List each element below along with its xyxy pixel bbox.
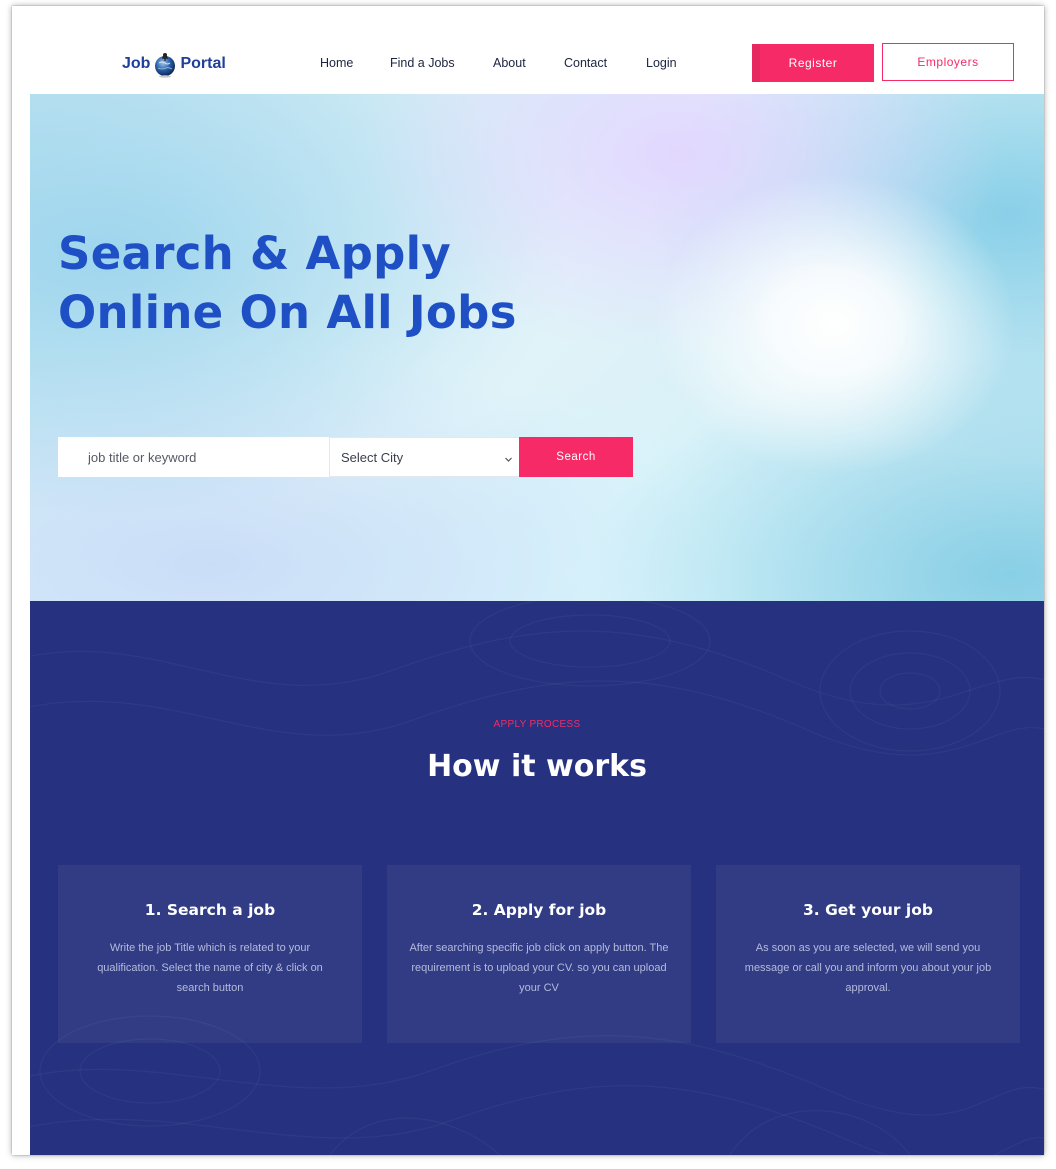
- step-card-search: 1. Search a job Write the job Title whic…: [58, 865, 362, 1043]
- nav-item-about[interactable]: About: [493, 56, 526, 70]
- register-button[interactable]: Register: [752, 44, 874, 82]
- section-eyebrow: APPLY PROCESS: [493, 719, 581, 730]
- employers-button[interactable]: Employers: [882, 43, 1014, 81]
- site-header: Job Portal Home Find a Jobs About Contac…: [12, 6, 1044, 94]
- logo[interactable]: Job Portal: [122, 46, 226, 82]
- section-title: How it works: [427, 749, 647, 784]
- nav-item-home[interactable]: Home: [320, 56, 353, 70]
- browser-page: Job Portal Home Find a Jobs About Contac…: [12, 6, 1044, 1155]
- hero-section: Search & Apply Online On All Jobs Select…: [30, 94, 1044, 601]
- nav-item-contact[interactable]: Contact: [564, 56, 607, 70]
- logo-text-left: Job: [122, 55, 151, 72]
- step-title: 3. Get your job: [803, 901, 933, 919]
- step-description: Write the job Title which is related to …: [97, 942, 323, 994]
- logo-text-right: Portal: [180, 55, 226, 72]
- hero-title: Search & Apply Online On All Jobs: [58, 227, 517, 339]
- step-title: 1. Search a job: [144, 901, 276, 919]
- nav-item-login[interactable]: Login: [646, 56, 677, 70]
- globe-logo-icon: [151, 50, 179, 78]
- step-title: 2. Apply for job: [471, 901, 607, 919]
- search-button[interactable]: Search: [519, 437, 633, 477]
- city-select[interactable]: Select City: [329, 437, 519, 477]
- step-card-apply: 2. Apply for job After searching specifi…: [387, 865, 691, 1043]
- how-it-works-section: APPLY PROCESS How it works 1. Search a j…: [30, 601, 1044, 1155]
- step-description: After searching specific job click on ap…: [409, 942, 669, 994]
- nav-item-find-a-jobs[interactable]: Find a Jobs: [390, 56, 455, 70]
- step-card-get-job: 3. Get your job As soon as you are selec…: [716, 865, 1020, 1043]
- city-select-value: Select City: [341, 449, 404, 465]
- chevron-down-icon: [504, 452, 513, 462]
- job-keyword-input[interactable]: [58, 437, 330, 477]
- step-description: As soon as you are selected, we will sen…: [744, 942, 992, 994]
